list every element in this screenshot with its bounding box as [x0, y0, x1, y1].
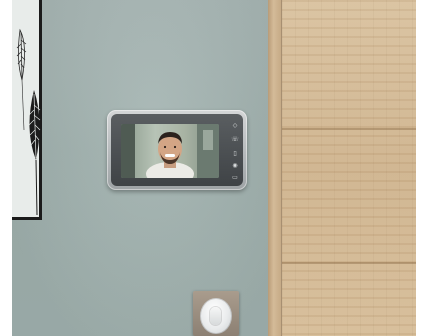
photo-scene: ◇ ☏ ▯ ◉ ▭ [0, 0, 422, 336]
leaf-art-frame [12, 0, 42, 220]
intercom-monitor[interactable]: ◇ ☏ ▯ ◉ ▭ [107, 110, 247, 190]
door-frame [268, 0, 282, 336]
leaf-art-icon [16, 28, 41, 216]
light-switch-icon[interactable] [200, 298, 232, 334]
call-icon[interactable]: ☏ [231, 136, 239, 144]
door-open-icon[interactable]: ▯ [231, 150, 239, 158]
intercom-face: ◇ ☏ ▯ ◉ ▭ [111, 114, 243, 186]
wooden-door [282, 0, 416, 336]
camera-icon[interactable]: ◉ [231, 162, 239, 170]
image-margin [416, 0, 422, 336]
light-switch[interactable] [193, 291, 239, 336]
hang-up-icon[interactable]: ▭ [231, 174, 239, 182]
visitor-video [121, 124, 219, 178]
video-screen [121, 124, 219, 178]
door-plank-seam [282, 128, 416, 130]
menu-icon[interactable]: ◇ [231, 122, 239, 130]
door-plank-seam [282, 262, 416, 264]
switch-toggle[interactable] [210, 307, 221, 325]
